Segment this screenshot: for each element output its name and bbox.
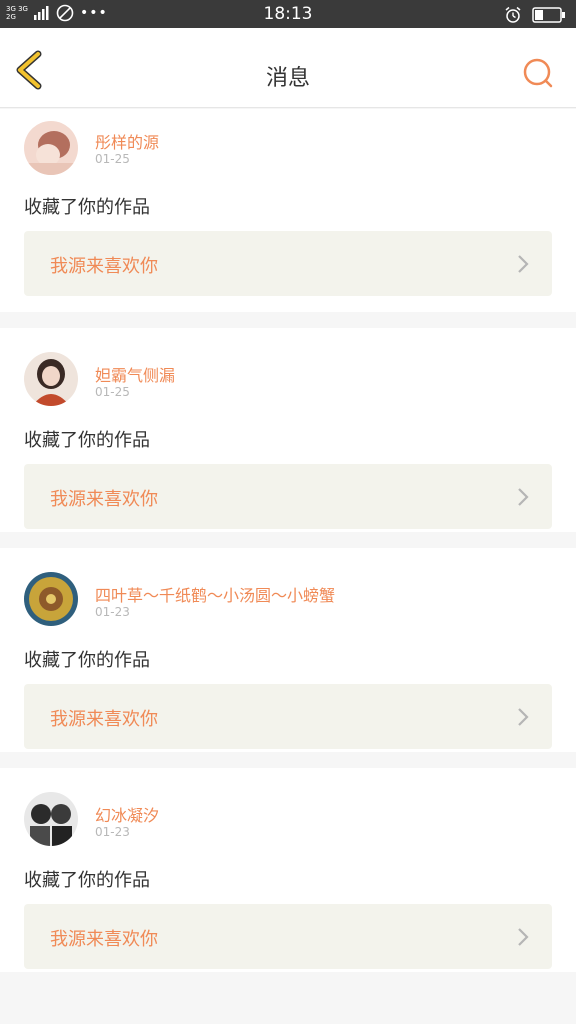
avatar[interactable]: [24, 352, 78, 406]
chevron-right-icon: [518, 928, 529, 946]
username-link[interactable]: 妲霸气侧漏: [95, 362, 175, 386]
notification-date: 01-23: [95, 825, 130, 839]
chevron-right-icon: [518, 488, 529, 506]
work-link[interactable]: 我源来喜欢你: [24, 684, 552, 749]
search-icon: [523, 58, 553, 88]
avatar-image: [24, 352, 78, 406]
status-right: [504, 6, 566, 24]
username-link[interactable]: 幻冰凝汐: [95, 802, 159, 826]
notification-card: 幻冰凝汐 01-23 收藏了你的作品 我源来喜欢你: [0, 768, 576, 972]
work-link[interactable]: 我源来喜欢你: [24, 464, 552, 529]
avatar[interactable]: [24, 121, 78, 175]
notification-action: 收藏了你的作品: [24, 870, 150, 891]
notification-date: 01-25: [95, 152, 130, 166]
battery-icon: [532, 7, 565, 23]
chevron-right-icon: [518, 255, 529, 273]
notification-date: 01-25: [95, 385, 130, 399]
status-bar: 3G 3G 2G ••• 18:13: [0, 0, 576, 28]
avatar[interactable]: [24, 572, 78, 626]
work-link[interactable]: 我源来喜欢你: [24, 904, 552, 969]
page-title: 消息: [265, 66, 310, 91]
work-title: 我源来喜欢你: [50, 489, 158, 510]
notification-action: 收藏了你的作品: [24, 650, 150, 671]
notification-action: 收藏了你的作品: [24, 430, 150, 451]
notification-card: 四叶草～千纸鹤～小汤圆～小螃蟹 01-23 收藏了你的作品 我源来喜欢你: [0, 548, 576, 752]
notification-card: 彤样的源 01-25 收藏了你的作品 我源来喜欢你: [0, 109, 576, 312]
work-link[interactable]: 我源来喜欢你: [24, 231, 552, 296]
avatar[interactable]: [24, 792, 78, 846]
work-title: 我源来喜欢你: [50, 929, 158, 950]
avatar-image: [24, 572, 78, 626]
notification-list: 彤样的源 01-25 收藏了你的作品 我源来喜欢你 妲霸气侧漏 01-25 收藏…: [0, 109, 576, 988]
username-link[interactable]: 彤样的源: [95, 129, 159, 153]
search-button[interactable]: [520, 56, 556, 92]
avatar-image: [24, 121, 78, 175]
chevron-right-icon: [518, 708, 529, 726]
alarm-icon: [505, 6, 521, 23]
avatar-image: [24, 792, 78, 846]
header-bar: 消息: [0, 28, 576, 108]
notification-action: 收藏了你的作品: [24, 197, 150, 218]
notification-card: 妲霸气侧漏 01-25 收藏了你的作品 我源来喜欢你: [0, 328, 576, 532]
work-title: 我源来喜欢你: [50, 256, 158, 277]
username-link[interactable]: 四叶草～千纸鹤～小汤圆～小螃蟹: [95, 582, 335, 606]
clock: 18:13: [263, 4, 313, 24]
notification-date: 01-23: [95, 605, 130, 619]
work-title: 我源来喜欢你: [50, 709, 158, 730]
